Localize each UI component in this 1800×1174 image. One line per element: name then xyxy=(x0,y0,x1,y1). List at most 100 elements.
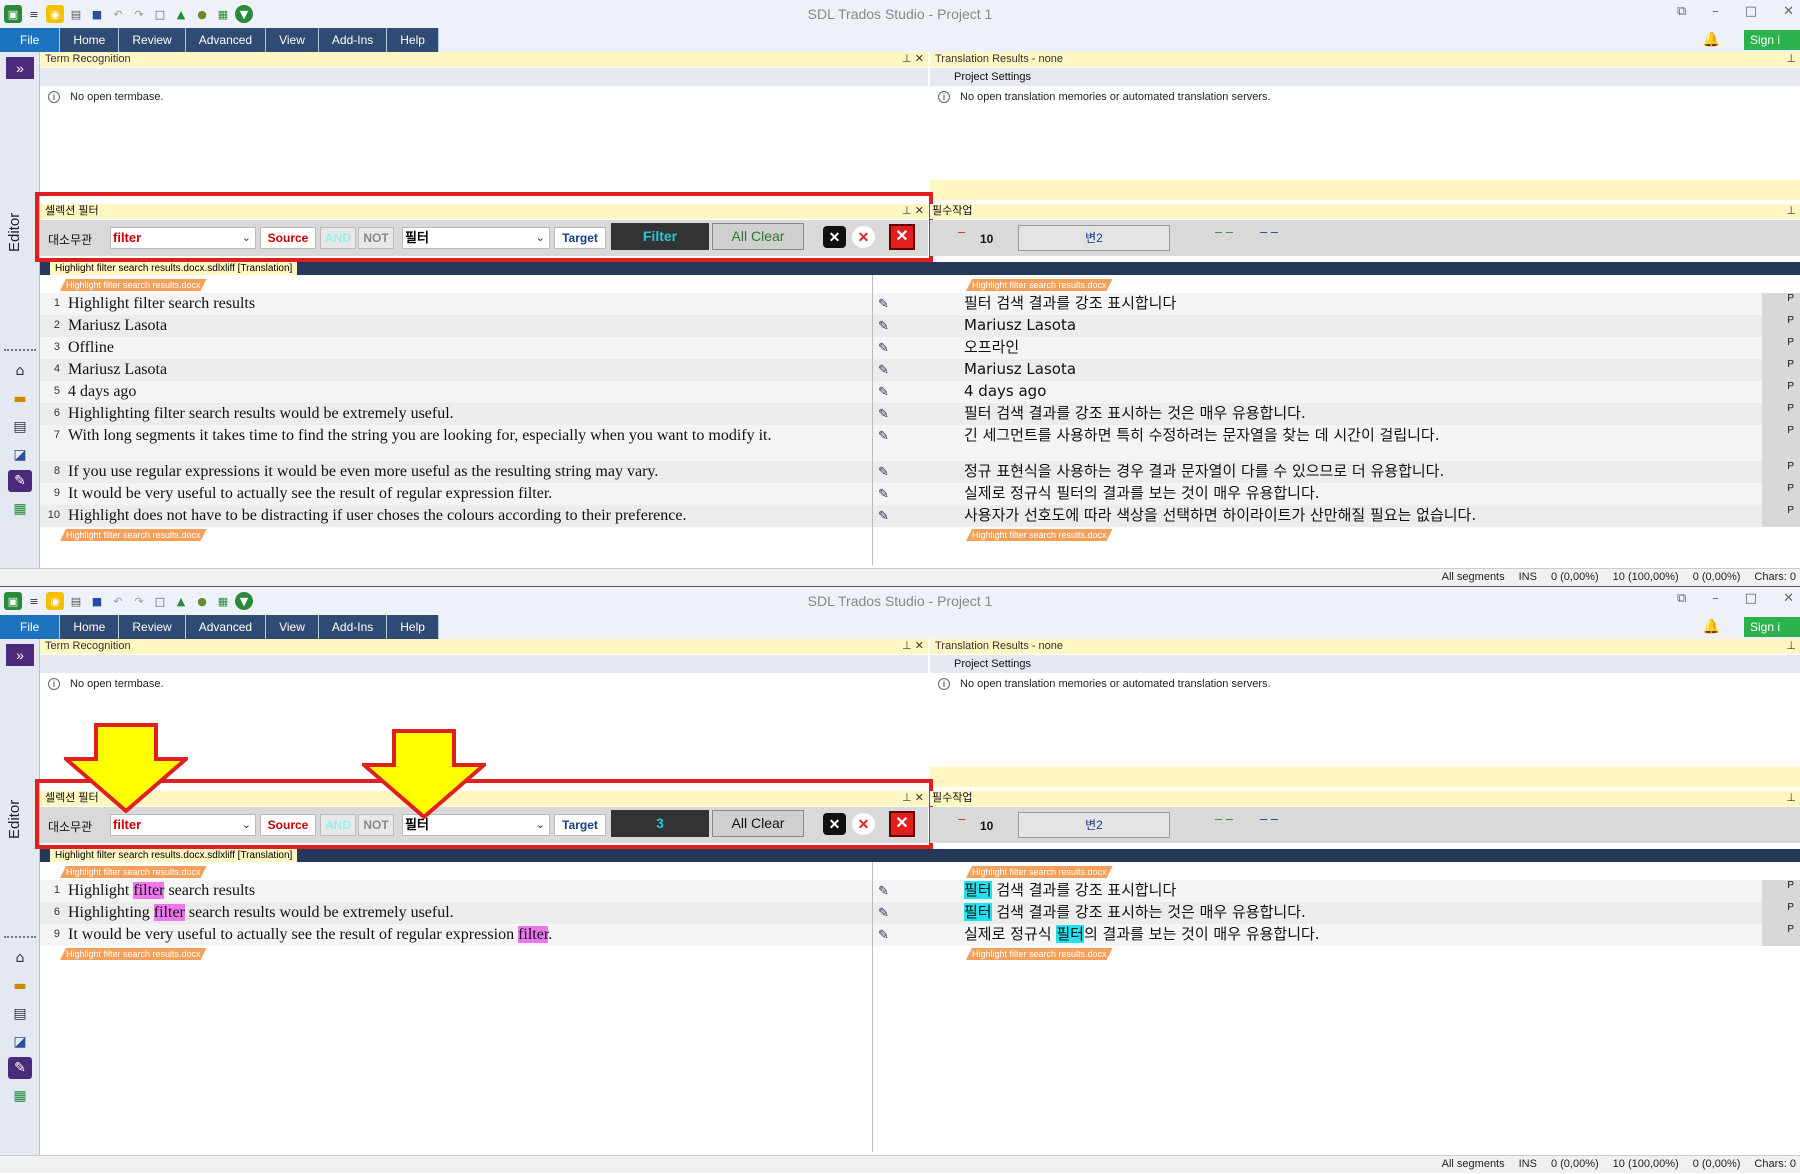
menu-advanced[interactable]: Advanced xyxy=(185,28,267,52)
menu-view[interactable]: View xyxy=(266,615,319,639)
source-button[interactable]: Source xyxy=(260,814,316,836)
source-text[interactable]: Highlighting filter search results would… xyxy=(68,405,878,422)
target-text[interactable]: 오프라인 xyxy=(964,339,1800,356)
segment-row[interactable]: 9 It would be very useful to actually see… xyxy=(40,483,1800,505)
edit-pencil-icon[interactable]: ✎ xyxy=(878,464,889,480)
menu-review[interactable]: Review xyxy=(119,28,186,52)
all-clear-button[interactable]: All Clear xyxy=(712,810,804,837)
source-text[interactable]: Mariusz Lasota xyxy=(68,361,878,378)
remove-x-icon[interactable]: ✕ xyxy=(852,226,875,248)
pin-close-icon[interactable]: ⊥ ✕ xyxy=(902,52,924,67)
source-text[interactable]: Highlighting filter search results would… xyxy=(68,904,878,921)
pin-icon[interactable]: ⊥ xyxy=(1786,52,1796,67)
menu-home[interactable]: Home xyxy=(60,28,120,52)
pin-icon[interactable]: ⊥ xyxy=(1786,791,1796,806)
menu-home[interactable]: Home xyxy=(60,615,120,639)
edit-pencil-icon[interactable]: ✎ xyxy=(878,362,889,378)
segment-row[interactable]: 3 Offline ✎ 오프라인 P xyxy=(40,337,1800,359)
document-tab[interactable]: Highlight filter search results.docx.sdl… xyxy=(50,849,298,862)
pin-close-icon[interactable]: ⊥ ✕ xyxy=(902,639,924,654)
menu-advanced[interactable]: Advanced xyxy=(185,615,267,639)
expand-button[interactable]: » xyxy=(6,57,34,79)
tm-icon[interactable]: ▦ xyxy=(8,1085,32,1107)
source-filter-select[interactable]: filter ⌄ xyxy=(110,227,256,249)
target-text[interactable]: 실제로 정규식 필터의 결과를 보는 것이 매우 유용합니다. xyxy=(964,925,1800,943)
target-text[interactable]: 4 days ago xyxy=(964,383,1800,400)
close-icon[interactable]: ✕ xyxy=(1783,591,1794,606)
edit-pencil-icon[interactable]: ✎ xyxy=(878,296,889,312)
source-text[interactable]: Offline xyxy=(68,339,878,356)
segment-row[interactable]: 8 If you use regular expressions it would… xyxy=(40,461,1800,483)
target-text[interactable]: 필터 검색 결과를 강조 표시하는 것은 매우 유용합니다. xyxy=(964,405,1800,422)
files-icon[interactable]: ▤ xyxy=(8,416,32,438)
menu-review[interactable]: Review xyxy=(119,615,186,639)
edit-pencil-icon[interactable]: ✎ xyxy=(878,905,889,921)
edit-pencil-icon[interactable]: ✎ xyxy=(878,428,889,444)
editor-icon[interactable]: ✎ xyxy=(8,1057,32,1079)
segment-row[interactable]: 9 It would be very useful to actually see… xyxy=(40,924,1800,946)
restore-icon[interactable]: ⧉ xyxy=(1677,4,1686,19)
pin-close-icon[interactable]: ⊥ ✕ xyxy=(902,791,924,806)
target-text[interactable]: 필터 검색 결과를 강조 표시합니다 xyxy=(964,881,1800,899)
segment-row[interactable]: 1 Highlight filter search results ✎ 필터 검색 결… xyxy=(40,293,1800,315)
menu-addins[interactable]: Add-Ins xyxy=(318,28,388,52)
source-filter-select[interactable]: filter ⌄ xyxy=(110,814,256,836)
target-filter-select[interactable]: 필터 ⌄ xyxy=(402,227,550,249)
close-icon[interactable]: ✕ xyxy=(1783,4,1794,19)
source-text[interactable]: Highlight does not have to be distractin… xyxy=(68,507,878,524)
target-button[interactable]: Target xyxy=(554,227,606,249)
expand-button[interactable]: » xyxy=(6,644,34,666)
files-icon[interactable]: ▤ xyxy=(8,1003,32,1025)
remove-x-icon[interactable]: ✕ xyxy=(852,813,875,835)
reports-icon[interactable]: ◪ xyxy=(8,1031,32,1053)
home-icon[interactable]: ⌂ xyxy=(8,360,32,382)
pin-icon[interactable]: ⊥ xyxy=(1786,639,1796,654)
minimize-icon[interactable]: – xyxy=(1712,4,1719,19)
projects-icon[interactable]: ▬ xyxy=(8,388,32,410)
filter-result-count[interactable]: 3 xyxy=(611,810,709,837)
and-button[interactable]: AND xyxy=(320,227,356,249)
edit-pencil-icon[interactable]: ✎ xyxy=(878,927,889,943)
target-text[interactable]: 정규 표현식을 사용하는 경우 결과 문자열이 다를 수 있으므로 더 유용합니… xyxy=(964,463,1800,480)
pin-icon[interactable]: ⊥ xyxy=(1786,204,1796,219)
projects-icon[interactable]: ▬ xyxy=(8,975,32,997)
maximize-icon[interactable]: □ xyxy=(1745,4,1757,19)
source-text[interactable]: It would be very useful to actually see … xyxy=(68,485,878,502)
target-text[interactable]: 긴 세그먼트를 사용하면 특히 수정하려는 문자열을 찾는 데 시간이 걸립니다… xyxy=(964,427,1800,444)
project-settings-button[interactable]: Project Settings xyxy=(954,658,1031,670)
source-text[interactable]: With long segments it takes time to find… xyxy=(68,427,878,444)
sign-in-button[interactable]: Sign i xyxy=(1744,30,1800,50)
source-text[interactable]: Highlight filter search results xyxy=(68,882,878,899)
not-button[interactable]: NOT xyxy=(358,227,394,249)
menu-help[interactable]: Help xyxy=(387,615,439,639)
restore-icon[interactable]: ⧉ xyxy=(1677,591,1686,606)
target-text[interactable]: Mariusz Lasota xyxy=(964,317,1800,334)
source-text[interactable]: Highlight filter search results xyxy=(68,295,878,312)
clear-x-icon[interactable]: ✕ xyxy=(823,226,846,248)
home-icon[interactable]: ⌂ xyxy=(8,947,32,969)
segment-row[interactable]: 7 With long segments it takes time to fin… xyxy=(40,425,1800,461)
segment-row[interactable]: 1 Highlight filter search results ✎ 필터 검색 결… xyxy=(40,880,1800,902)
edit-pencil-icon[interactable]: ✎ xyxy=(878,318,889,334)
edit-pencil-icon[interactable]: ✎ xyxy=(878,486,889,502)
minimize-icon[interactable]: – xyxy=(1712,591,1719,606)
segment-row[interactable]: 6 Highlighting filter search results woul… xyxy=(40,403,1800,425)
menu-file[interactable]: File xyxy=(0,615,61,639)
target-text[interactable]: Mariusz Lasota xyxy=(964,361,1800,378)
pin-close-icon[interactable]: ⊥ ✕ xyxy=(902,204,924,219)
menu-help[interactable]: Help xyxy=(387,28,439,52)
menu-file[interactable]: File xyxy=(0,28,61,52)
tm-icon[interactable]: ▦ xyxy=(8,498,32,520)
bell-icon[interactable]: 🔔 xyxy=(1703,618,1720,635)
edit-pencil-icon[interactable]: ✎ xyxy=(878,508,889,524)
and-button[interactable]: AND xyxy=(320,814,356,836)
variable-button[interactable]: 변2 xyxy=(1018,812,1170,838)
segment-row[interactable]: 54 days ago ✎ 4 days ago P xyxy=(40,381,1800,403)
menu-view[interactable]: View xyxy=(266,28,319,52)
source-button[interactable]: Source xyxy=(260,227,316,249)
source-text[interactable]: 4 days ago xyxy=(68,383,878,400)
filter-button[interactable]: Filter xyxy=(611,223,709,250)
target-text[interactable]: 실제로 정규식 필터의 결과를 보는 것이 매우 유용합니다. xyxy=(964,485,1800,502)
target-text[interactable]: 사용자가 선호도에 따라 색상을 선택하면 하이라이트가 산만해질 필요는 없습… xyxy=(964,507,1800,524)
menu-addins[interactable]: Add-Ins xyxy=(318,615,388,639)
